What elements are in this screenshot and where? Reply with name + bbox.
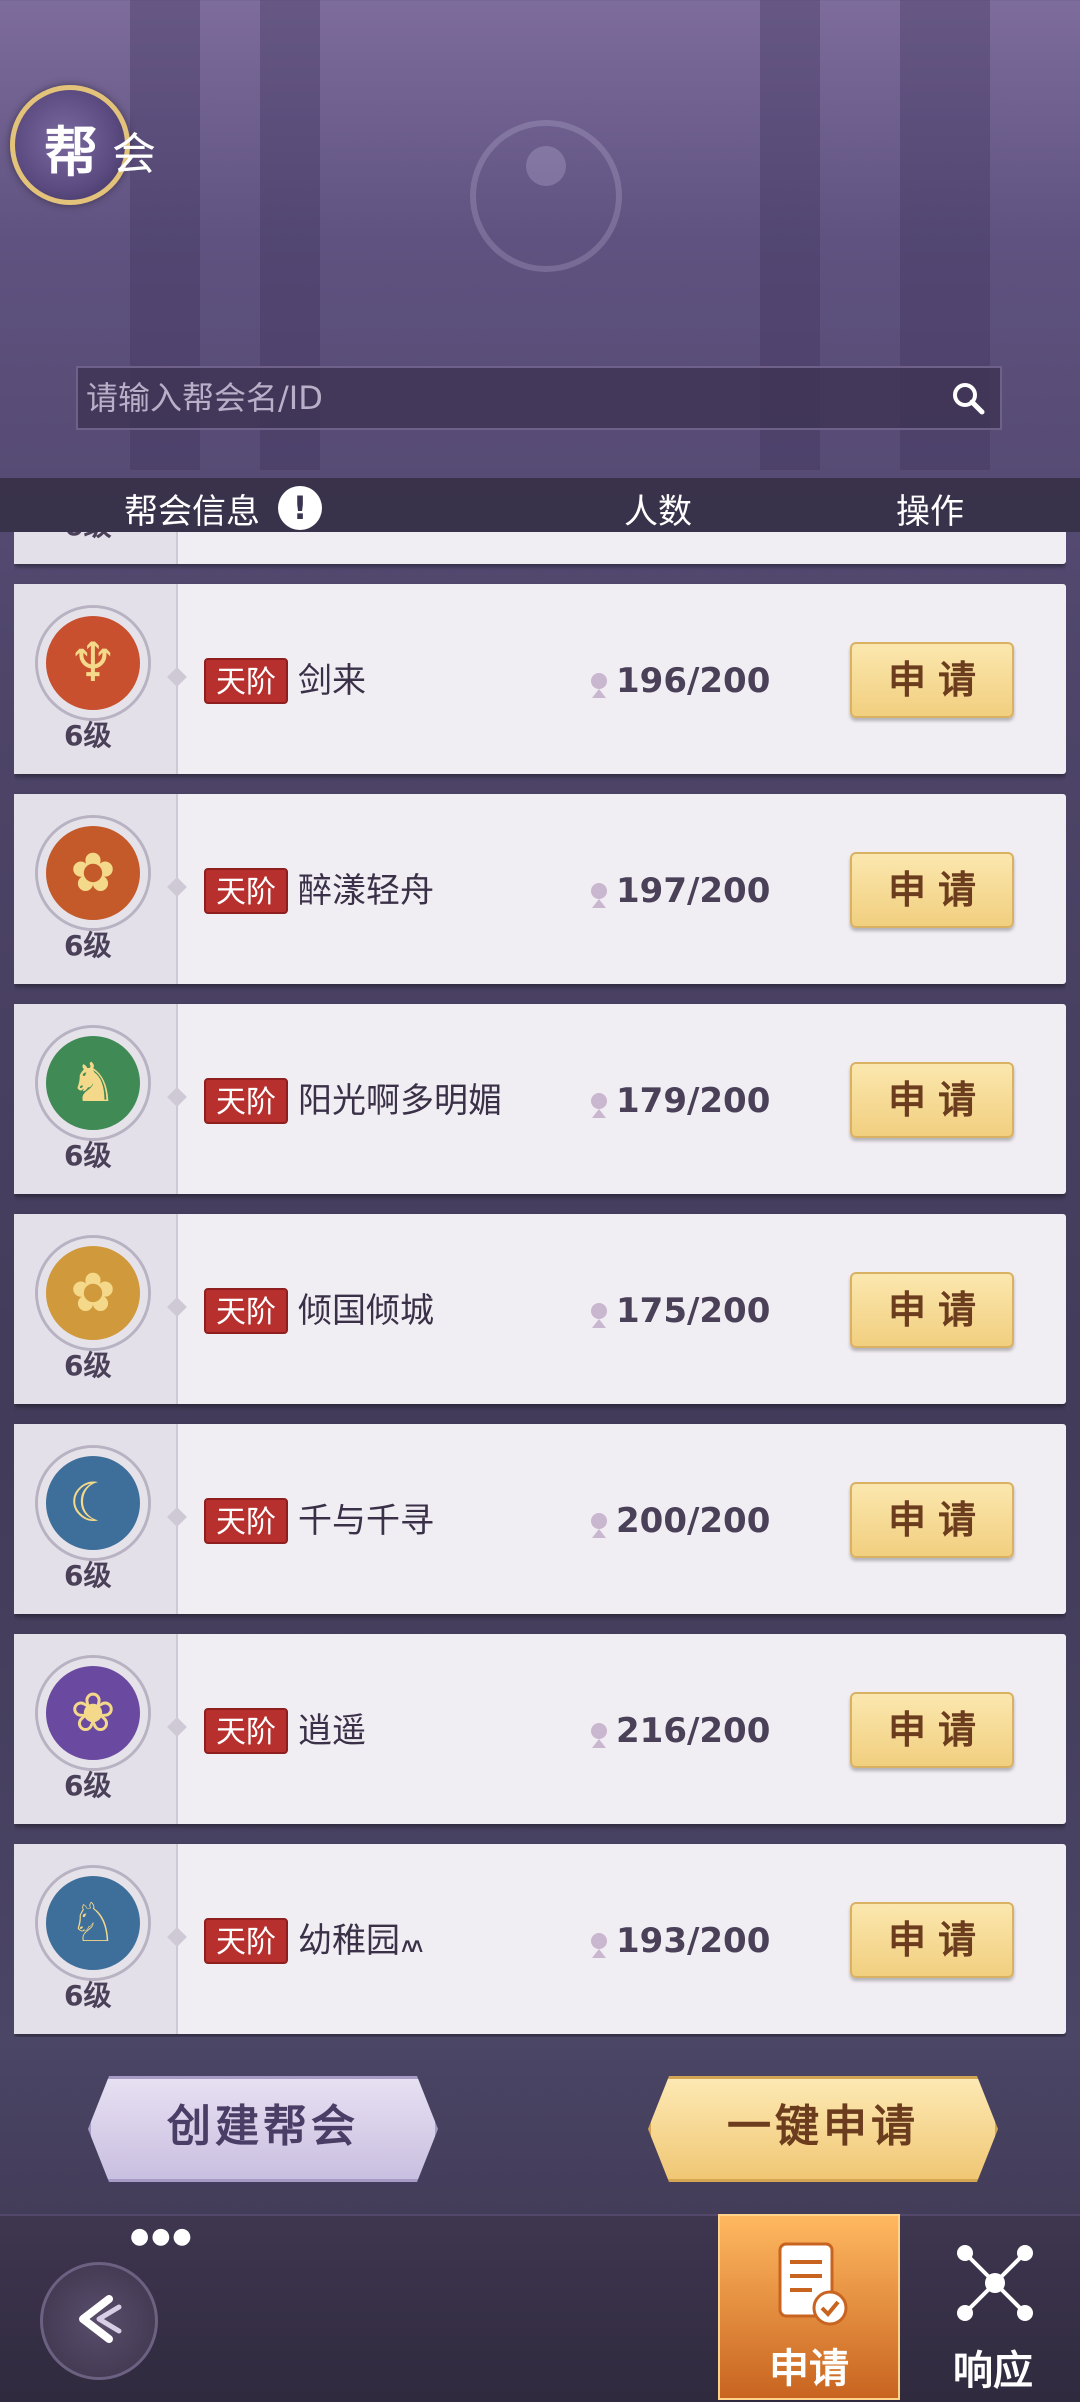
fox-emblem-icon: ✿ xyxy=(38,818,148,928)
guild-list[interactable]: 6级 ♆ 6级 天阶 剑来 196/200 申请 ✿ 6级 天阶 醉漾轻舟 xyxy=(14,532,1066,2037)
member-icon xyxy=(591,1933,607,1958)
document-check-icon xyxy=(778,2242,848,2326)
list-item[interactable]: ❀ 6级 天阶 逍遥 216/200 申请 xyxy=(14,1634,1066,1824)
one-click-apply-button[interactable]: 一键申请 xyxy=(648,2076,998,2182)
apply-button[interactable]: 申请 xyxy=(850,1692,1014,1768)
lotus-emblem-icon: ❀ xyxy=(38,1658,148,1768)
network-nodes-icon xyxy=(957,2245,1033,2321)
emblem-cell: ♞ 6级 xyxy=(14,1004,178,1194)
tab-respond[interactable]: 响应 xyxy=(920,2228,1066,2396)
tiger-emblem-icon: ♘ xyxy=(38,1868,148,1978)
tab-apply[interactable]: 申请 xyxy=(718,2214,900,2400)
guild-name: 剑来 xyxy=(298,661,366,701)
member-icon xyxy=(591,1513,607,1538)
guild-name: 倾国倾城 xyxy=(298,1291,434,1331)
list-item-partial: 6级 xyxy=(14,532,1066,564)
back-arrow-icon xyxy=(79,2295,122,2343)
moon-decoration-icon xyxy=(470,120,622,272)
member-icon xyxy=(591,1303,607,1328)
guild-name: 醉漾轻舟 xyxy=(298,871,434,911)
table-header: 帮会信息 人数 操作 xyxy=(0,478,1080,532)
search-input[interactable] xyxy=(78,368,938,428)
dots-decoration: ●●● xyxy=(130,2224,194,2249)
emblem-cell: ☾ 6级 xyxy=(14,1424,178,1614)
guild-name: 幼稚园៳ xyxy=(298,1921,425,1961)
guild-name: 逍遥 xyxy=(298,1711,366,1751)
tier-badge: 天阶 xyxy=(204,1918,288,1964)
guild-level: 6级 xyxy=(64,719,112,752)
guild-level: 6级 xyxy=(64,1559,112,1592)
member-count: 193/200 xyxy=(616,1921,771,1961)
emblem-cell: ♆ 6级 xyxy=(14,584,178,774)
tier-badge: 天阶 xyxy=(204,868,288,914)
fox-emblem-icon: ✿ xyxy=(38,1238,148,1348)
column-header-action: 操作 xyxy=(896,492,964,532)
apply-button[interactable]: 申请 xyxy=(850,1062,1014,1138)
column-header-members: 人数 xyxy=(624,492,692,532)
guild-level: 6级 xyxy=(64,1769,112,1802)
member-icon xyxy=(591,673,607,698)
wolf-emblem-icon: ♞ xyxy=(38,1028,148,1138)
guild-level: 6级 xyxy=(64,929,112,962)
figure-emblem-icon: ♆ xyxy=(38,608,148,718)
member-count: 197/200 xyxy=(616,871,771,911)
tier-badge: 天阶 xyxy=(204,658,288,704)
list-item[interactable]: ♞ 6级 天阶 阳光啊多明媚 179/200 申请 xyxy=(14,1004,1066,1194)
column-header-info: 帮会信息 xyxy=(124,492,260,532)
tier-badge: 天阶 xyxy=(204,1078,288,1124)
emblem-cell: ✿ 6级 xyxy=(14,794,178,984)
create-guild-button[interactable]: 创建帮会 xyxy=(88,2076,438,2182)
page-title-char2: 会 xyxy=(112,129,156,180)
member-count: 175/200 xyxy=(616,1291,771,1331)
list-item[interactable]: ♆ 6级 天阶 剑来 196/200 申请 xyxy=(14,584,1066,774)
emblem-cell: ✿ 6级 xyxy=(14,1214,178,1404)
apply-button[interactable]: 申请 xyxy=(850,1482,1014,1558)
tier-badge: 天阶 xyxy=(204,1288,288,1334)
apply-button[interactable]: 申请 xyxy=(850,642,1014,718)
guild-name: 阳光啊多明媚 xyxy=(298,1081,502,1121)
member-icon xyxy=(591,883,607,908)
info-icon[interactable]: ! xyxy=(278,486,322,530)
emblem-cell: ❀ 6级 xyxy=(14,1634,178,1824)
list-item[interactable]: ✿ 6级 天阶 倾国倾城 175/200 申请 xyxy=(14,1214,1066,1404)
member-count: 196/200 xyxy=(616,661,771,701)
apply-button[interactable]: 申请 xyxy=(850,1902,1014,1978)
guild-level: 6级 xyxy=(64,1349,112,1382)
member-icon xyxy=(591,1093,607,1118)
moon-emblem-icon: ☾ xyxy=(38,1448,148,1558)
guild-level: 6级 xyxy=(64,1979,112,2012)
tier-badge: 天阶 xyxy=(204,1708,288,1754)
apply-button[interactable]: 申请 xyxy=(850,1272,1014,1348)
list-item[interactable]: ☾ 6级 天阶 千与千寻 200/200 申请 xyxy=(14,1424,1066,1614)
member-count: 216/200 xyxy=(616,1711,771,1751)
tab-apply-label: 申请 xyxy=(769,2346,849,2392)
member-icon xyxy=(591,1723,607,1748)
tier-badge: 天阶 xyxy=(204,1498,288,1544)
back-button[interactable] xyxy=(40,2262,158,2380)
page-title-char1: 帮 xyxy=(44,121,98,184)
list-item[interactable]: ♘ 6级 天阶 幼稚园៳ 193/200 申请 xyxy=(14,1844,1066,2034)
tab-respond-label: 响应 xyxy=(953,2348,1033,2394)
emblem-cell: ♘ 6级 xyxy=(14,1844,178,2034)
guild-level: 6级 xyxy=(64,1139,112,1172)
list-item[interactable]: ✿ 6级 天阶 醉漾轻舟 197/200 申请 xyxy=(14,794,1066,984)
search-icon[interactable] xyxy=(950,380,986,416)
apply-button[interactable]: 申请 xyxy=(850,852,1014,928)
guild-level: 6级 xyxy=(64,532,111,544)
member-count: 200/200 xyxy=(616,1501,771,1541)
guild-name: 千与千寻 xyxy=(298,1501,434,1541)
search-bar xyxy=(76,366,1002,430)
member-count: 179/200 xyxy=(616,1081,771,1121)
